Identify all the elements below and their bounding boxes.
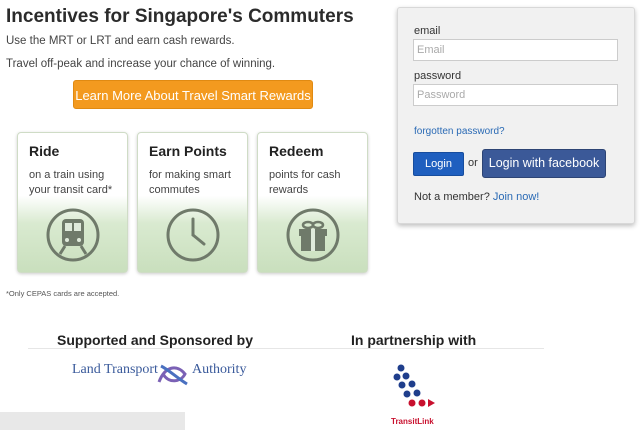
- card-description: on a train using your transit card*: [29, 169, 113, 196]
- clock-icon: [166, 208, 220, 262]
- password-field[interactable]: [413, 84, 618, 106]
- card-description: points for cash rewards: [269, 169, 341, 196]
- password-label: password: [414, 70, 462, 82]
- lta-logo-text: Land Transport: [72, 362, 158, 377]
- card-title: Redeem: [269, 143, 324, 159]
- partner-title: In partnership with: [351, 332, 477, 348]
- gift-icon: [286, 208, 340, 262]
- redeem-card: Redeem points for cash rewards: [257, 132, 368, 273]
- join-now-link[interactable]: Join now!: [493, 191, 539, 203]
- member-text: Not a member?: [414, 191, 490, 203]
- transitlink-logo-text: TransitLink: [391, 417, 434, 426]
- bottom-gray-bar: [0, 412, 185, 430]
- forgot-password-link[interactable]: forgotten password?: [414, 126, 505, 137]
- lta-logo-icon: [157, 364, 188, 386]
- section-divider: [28, 348, 544, 349]
- supported-title: Supported and Sponsored by: [57, 332, 254, 348]
- transitlink-logo-icon: [393, 364, 435, 407]
- email-label: email: [414, 25, 441, 37]
- member-prompt: Not a member? Join now!: [414, 191, 539, 203]
- login-panel: email password forgotten password? Login…: [397, 7, 635, 224]
- facebook-login-button[interactable]: Login with facebook: [482, 149, 606, 178]
- cepas-note: *Only CEPAS cards are accepted.: [6, 289, 120, 298]
- intro-line-2: Travel off-peak and increase your chance…: [6, 58, 276, 70]
- card-description: for making smart commutes: [149, 169, 231, 196]
- intro-line-1: Use the MRT or LRT and earn cash rewards…: [6, 35, 235, 47]
- earn-points-card: Earn Points for making smart commutes: [137, 132, 248, 273]
- card-title: Ride: [29, 143, 60, 159]
- lta-logo-text-2: Authority: [192, 362, 247, 377]
- train-icon: [46, 208, 100, 262]
- or-label: or: [468, 157, 478, 169]
- login-button[interactable]: Login: [413, 152, 464, 176]
- learn-more-button[interactable]: Learn More About Travel Smart Rewards: [73, 80, 313, 109]
- ride-card: Ride on a train using your transit card*: [17, 132, 128, 273]
- card-title: Earn Points: [149, 143, 227, 159]
- email-field[interactable]: [413, 39, 618, 61]
- page-title: Incentives for Singapore's Commuters: [6, 6, 354, 27]
